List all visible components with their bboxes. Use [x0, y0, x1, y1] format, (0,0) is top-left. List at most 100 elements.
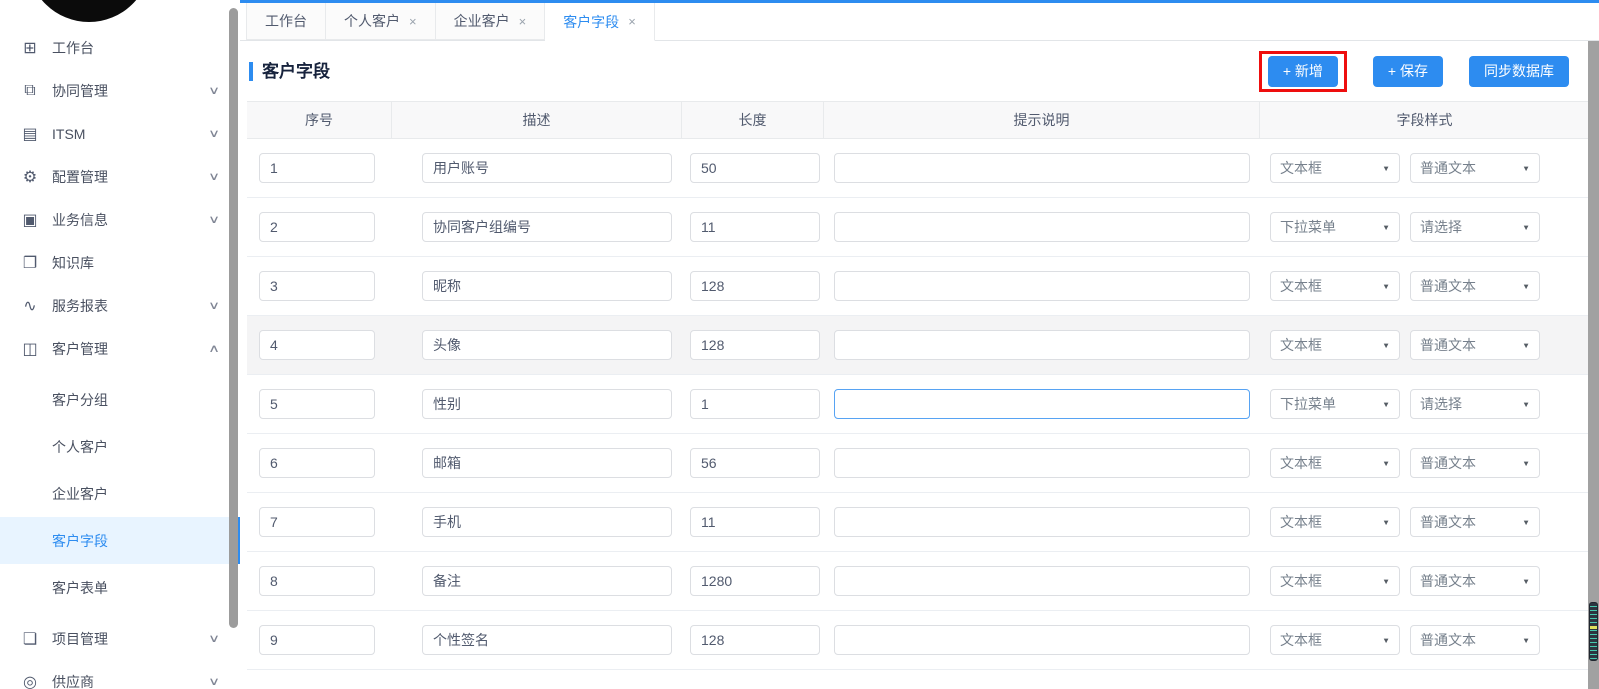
app-window: ⊞工作台⧉协同管理∨▤ITSM∨⚙配置管理∨▣业务信息∨❐知识库∿服务报表∨◫客… [0, 0, 1599, 689]
row-no-input[interactable] [259, 625, 375, 655]
row-len-input[interactable] [690, 271, 820, 301]
sidebar-item-suppliers[interactable]: ◎供应商∨ [0, 660, 240, 689]
select-value: 下拉菜单 [1280, 394, 1336, 414]
sidebar-menu: ⊞工作台⧉协同管理∨▤ITSM∨⚙配置管理∨▣业务信息∨❐知识库∿服务报表∨◫客… [0, 0, 240, 689]
chevron-down-icon: ∨ [208, 84, 220, 97]
form-icon: ▣ [20, 210, 40, 230]
field-style-select[interactable]: 普通文本▼ [1410, 566, 1540, 596]
table-row: 文本框▼ 普通文本▼ [247, 139, 1589, 198]
field-style-select[interactable]: 请选择▼ [1410, 212, 1540, 242]
field-style-select[interactable]: 普通文本▼ [1410, 271, 1540, 301]
field-style-select[interactable]: 普通文本▼ [1410, 507, 1540, 537]
row-tip-input[interactable] [834, 448, 1250, 478]
caret-down-icon: ▼ [1522, 400, 1530, 409]
sidebar-subitem-label: 个人客户 [52, 437, 108, 457]
caret-down-icon: ▼ [1382, 518, 1390, 527]
tab-personal-customers[interactable]: 个人客户× [326, 3, 436, 40]
field-type-select[interactable]: 文本框 ▼ [1270, 507, 1400, 537]
row-len-input[interactable] [690, 212, 820, 242]
field-style-select[interactable]: 普通文本▼ [1410, 625, 1540, 655]
row-no-input[interactable] [259, 566, 375, 596]
save-button[interactable]: + 保存 [1373, 56, 1443, 87]
row-tip-input[interactable] [834, 389, 1250, 419]
field-type-select[interactable]: 文本框▼ [1270, 566, 1400, 596]
row-desc-input[interactable] [422, 330, 672, 360]
row-len-input[interactable] [690, 153, 820, 183]
sidebar-item-configuration[interactable]: ⚙配置管理∨ [0, 155, 240, 198]
gear-icon: ⚙ [20, 167, 40, 187]
row-len-input[interactable] [690, 625, 820, 655]
toolbar: + 新增 + 保存同步数据库 [1259, 51, 1587, 92]
sidebar-scrollbar-thumb[interactable] [229, 8, 238, 628]
field-type-select[interactable]: 文本框▼ [1270, 625, 1400, 655]
row-len-input[interactable] [690, 330, 820, 360]
sidebar-item-workbench[interactable]: ⊞工作台 [0, 26, 240, 69]
sidebar-item-customer-management[interactable]: ◫客户管理∧ [0, 327, 240, 370]
row-no-input[interactable] [259, 212, 375, 242]
sidebar-item-business-info[interactable]: ▣业务信息∨ [0, 198, 240, 241]
tab-enterprise-customers[interactable]: 企业客户× [436, 3, 546, 40]
row-tip-input[interactable] [834, 507, 1250, 537]
row-len-input[interactable] [690, 389, 820, 419]
sidebar-item-collaboration[interactable]: ⧉协同管理∨ [0, 69, 240, 112]
row-no-input[interactable] [259, 507, 375, 537]
tab-customer-fields[interactable]: 客户字段× [545, 3, 655, 41]
caret-down-icon: ▼ [1522, 282, 1530, 291]
field-type-select[interactable]: 下拉菜单▼ [1270, 389, 1400, 419]
sidebar-item-itsm[interactable]: ▤ITSM∨ [0, 112, 240, 155]
select-value: 文本框 [1280, 512, 1322, 532]
row-no-input[interactable] [259, 448, 375, 478]
row-no-input[interactable] [259, 330, 375, 360]
cell-no [247, 434, 392, 492]
select-value: 文本框 [1280, 571, 1322, 591]
sidebar-item-project-management[interactable]: ❏项目管理∨ [0, 617, 240, 660]
sync-database-button[interactable]: 同步数据库 [1469, 56, 1569, 87]
field-type-select[interactable]: 文本框▼ [1270, 153, 1400, 183]
sidebar-item-personal-customers[interactable]: 个人客户 [0, 423, 240, 470]
field-type-select[interactable]: 下拉菜单▼ [1270, 212, 1400, 242]
field-style-select[interactable]: 普通文本▼ [1410, 330, 1540, 360]
window-scrollbar-thumb[interactable] [1589, 602, 1598, 661]
sidebar-item-customer-forms[interactable]: 客户表单 [0, 564, 240, 611]
row-desc-input[interactable] [422, 566, 672, 596]
row-tip-input[interactable] [834, 330, 1250, 360]
row-tip-input[interactable] [834, 212, 1250, 242]
row-tip-input[interactable] [834, 566, 1250, 596]
field-style-select[interactable]: 普通文本▼ [1410, 448, 1540, 478]
field-type-select[interactable]: 文本框▼ [1270, 330, 1400, 360]
row-tip-input[interactable] [834, 625, 1250, 655]
row-len-input[interactable] [690, 507, 820, 537]
table-body: 文本框▼普通文本▼下拉菜单▼请选择▼文本框▼普通文本▼文本框▼普通文本▼下拉菜单… [247, 139, 1589, 670]
sidebar-item-enterprise-customers[interactable]: 企业客户 [0, 470, 240, 517]
row-tip-input[interactable] [834, 271, 1250, 301]
field-style-select[interactable]: 请选择▼ [1410, 389, 1540, 419]
add-button[interactable]: + 新增 [1268, 56, 1338, 87]
row-len-input[interactable] [690, 566, 820, 596]
row-tip-input[interactable] [834, 153, 1250, 183]
row-desc-input[interactable] [422, 271, 672, 301]
field-type-select[interactable]: 文本框▼ [1270, 448, 1400, 478]
window-scrollbar-track[interactable] [1588, 41, 1599, 689]
sidebar-item-service-reports[interactable]: ∿服务报表∨ [0, 284, 240, 327]
tab-workbench[interactable]: 工作台 [246, 3, 326, 40]
close-icon[interactable]: × [628, 14, 636, 29]
field-type-select[interactable]: 文本框▼ [1270, 271, 1400, 301]
close-icon[interactable]: × [409, 14, 417, 29]
row-desc-input[interactable] [422, 212, 672, 242]
row-desc-input[interactable] [422, 389, 672, 419]
row-desc-input[interactable] [422, 153, 672, 183]
field-style-select[interactable]: 普通文本▼ [1410, 153, 1540, 183]
cell-len [682, 611, 824, 669]
row-desc-input[interactable] [422, 507, 672, 537]
row-no-input[interactable] [259, 389, 375, 419]
row-no-input[interactable] [259, 153, 375, 183]
close-icon[interactable]: × [519, 14, 527, 29]
row-len-input[interactable] [690, 448, 820, 478]
sidebar-item-customer-groups[interactable]: 客户分组 [0, 376, 240, 423]
sidebar-item-knowledge-base[interactable]: ❐知识库 [0, 241, 240, 284]
row-desc-input[interactable] [422, 625, 672, 655]
cell-desc [392, 552, 682, 610]
row-desc-input[interactable] [422, 448, 672, 478]
sidebar-item-customer-fields[interactable]: 客户字段 [0, 517, 240, 564]
row-no-input[interactable] [259, 271, 375, 301]
